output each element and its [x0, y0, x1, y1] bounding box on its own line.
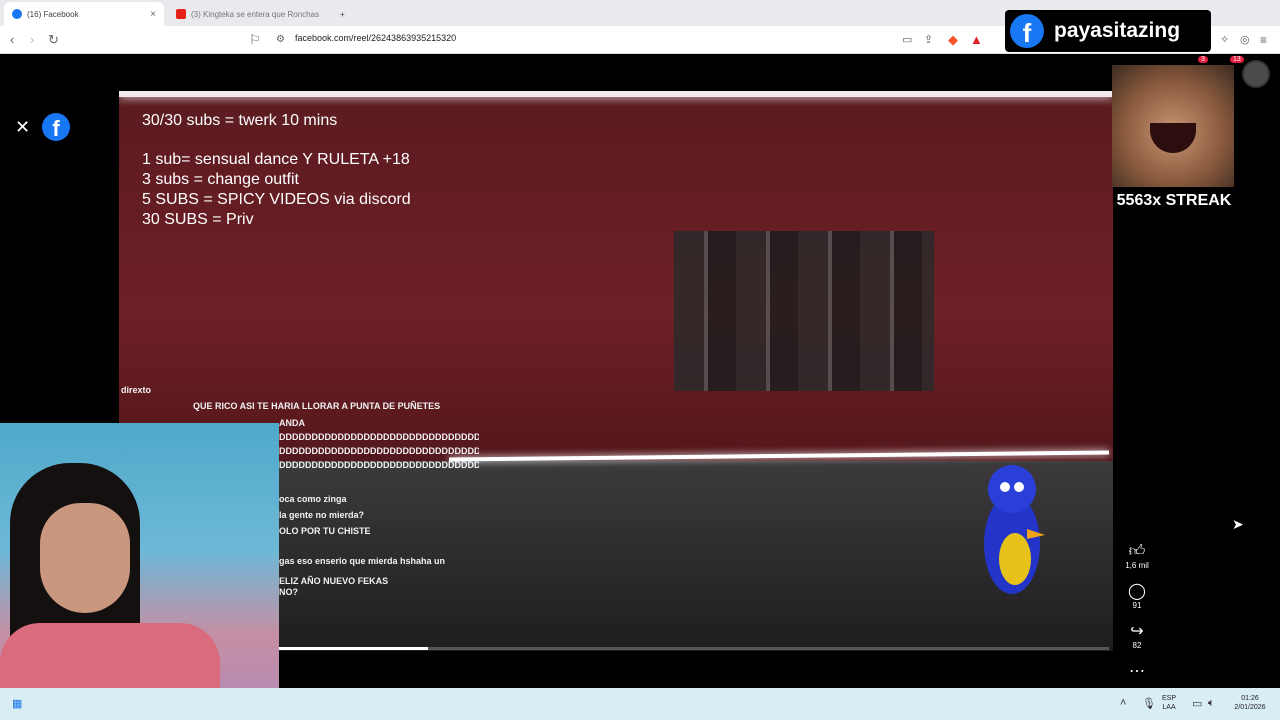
address-bar[interactable]: facebook.com/reel/26243863935215320	[295, 33, 456, 43]
volume-icon[interactable]: 🔈︎	[1208, 697, 1215, 710]
brave-rewards-icon[interactable]: ▲	[970, 32, 983, 48]
notification-badge: 13	[1230, 56, 1244, 63]
wall-posters	[674, 231, 934, 391]
goal-line: 30/30 subs = twerk 10 mins	[142, 112, 338, 129]
facebook-favicon-icon	[12, 9, 22, 19]
profile-avatar[interactable]	[1242, 60, 1270, 88]
menu-icon[interactable]: ≡	[1260, 32, 1267, 48]
vpn-icon[interactable]: ◎	[1240, 32, 1250, 48]
language-code: ESP	[1162, 695, 1177, 702]
share-button[interactable]: ↪ 82	[1117, 623, 1157, 651]
share-icon[interactable]: ⇪	[924, 32, 933, 48]
mouse-cursor-icon: ➤	[1232, 516, 1244, 532]
forward-icon[interactable]: ›	[30, 32, 34, 48]
new-tab-button[interactable]: +	[332, 2, 353, 26]
goal-line: 30 SUBS = Priv	[142, 211, 254, 228]
streamer-face	[40, 503, 130, 613]
youtube-favicon-icon	[176, 9, 186, 19]
close-icon[interactable]: ✕	[15, 117, 30, 138]
share-count: 82	[1132, 641, 1142, 650]
like-count: 1,6 mil	[1125, 561, 1149, 570]
chat-line: direxto	[121, 385, 152, 395]
microphone-icon[interactable]: 🎙︎	[1142, 697, 1156, 710]
tab-youtube[interactable]: (3) Kingteka se entera que Ronchas	[168, 2, 328, 26]
comment-count: 91	[1132, 601, 1142, 610]
reel-actions: 👍︎ 1,6 mil ◯ 91 ↪ 82 ⋯	[1117, 543, 1157, 693]
meme-mouth	[1150, 123, 1196, 153]
goal-line: 5 SUBS = SPICY VIDEOS via discord	[142, 191, 411, 208]
clock-time: 01:26	[1241, 695, 1259, 702]
streamer-brand-badge: f payasitazing	[1005, 10, 1211, 52]
cast-icon[interactable]: ▭	[902, 32, 912, 48]
video-progress-bar[interactable]	[279, 647, 1109, 650]
like-button[interactable]: 👍︎ 1,6 mil	[1117, 543, 1157, 571]
language-indicator[interactable]: ESP LAA	[1162, 694, 1176, 712]
tab-facebook[interactable]: (16) Facebook ×	[4, 2, 164, 26]
led-strip-top	[119, 91, 1113, 97]
close-tab-icon[interactable]: ×	[150, 9, 156, 20]
comment-icon: ◯	[1128, 583, 1146, 600]
brave-shield-icon[interactable]: ◆	[948, 32, 958, 48]
streamer-webcam	[0, 423, 279, 706]
more-icon: ⋯	[1129, 663, 1145, 680]
windows-start-icon[interactable]: ▦	[12, 697, 22, 710]
goal-line: 3 subs = change outfit	[142, 171, 299, 188]
site-info-icon[interactable]: ⚙	[276, 32, 285, 48]
laughing-meme-image	[1112, 65, 1234, 187]
facebook-home-icon[interactable]: f	[42, 113, 70, 141]
bookmark-icon[interactable]: ⚐	[249, 32, 261, 48]
comment-button[interactable]: ◯ 91	[1117, 583, 1157, 611]
goal-line: 1 sub= sensual dance Y RULETA +18	[142, 151, 410, 168]
clock-date: 2/01/2026	[1234, 704, 1266, 711]
tab-label: (3) Kingteka se entera que Ronchas	[191, 9, 320, 19]
video-progress-fill	[279, 647, 429, 650]
chat-line: QUE RICO ASI TE HARIA LLORAR A PUNTA DE …	[193, 401, 441, 411]
stream-goals-overlay: 30/30 subs = twerk 10 mins 1 sub= sensua…	[142, 111, 411, 230]
extensions-icon[interactable]: ✧	[1220, 32, 1229, 48]
streak-counter: 5563x STREAK	[1116, 192, 1232, 209]
show-hidden-icons-icon[interactable]: ˄	[1120, 697, 1126, 709]
thumbs-up-icon: 👍︎	[1128, 543, 1146, 560]
reload-icon[interactable]: ↻	[48, 32, 59, 48]
notification-badge: 3	[1198, 56, 1208, 63]
streamer-name: payasitazing	[1054, 19, 1181, 42]
more-options-button[interactable]: ⋯	[1117, 663, 1157, 681]
tab-label: (16) Facebook	[27, 9, 79, 19]
network-icon[interactable]: ▭	[1192, 697, 1202, 710]
windows-taskbar: ▦ ˄ 🎙︎ ESP LAA ▭ 🔈︎ 01:26 2/01/2026	[0, 688, 1280, 720]
clock[interactable]: 01:26 2/01/2026	[1228, 694, 1272, 712]
back-icon[interactable]: ‹	[10, 32, 14, 48]
keyboard-layout: LAA	[1162, 704, 1176, 711]
share-arrow-icon: ↪	[1130, 623, 1144, 640]
facebook-logo-icon: f	[1010, 14, 1044, 48]
penguin-plush	[984, 465, 1045, 594]
